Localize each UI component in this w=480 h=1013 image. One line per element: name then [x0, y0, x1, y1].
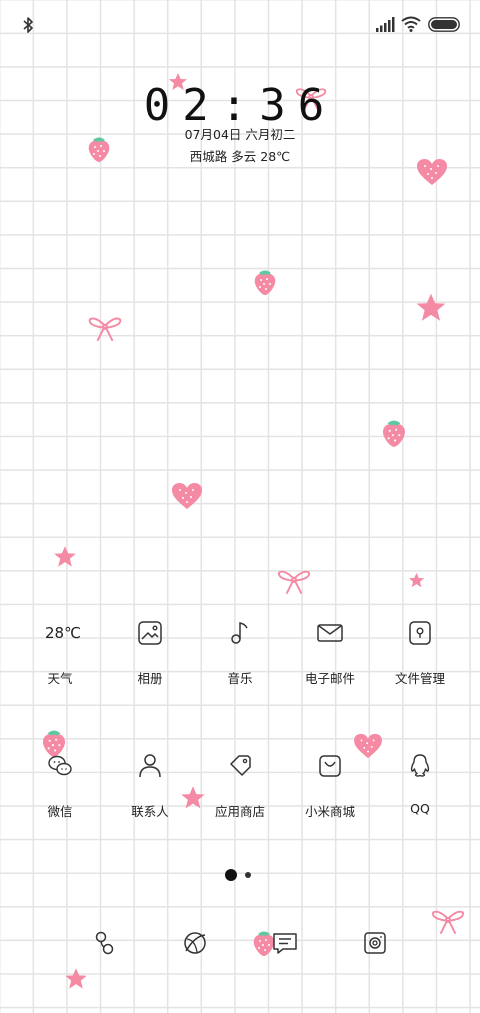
gallery-icon: [138, 621, 162, 645]
mi-store-icon: [319, 755, 341, 777]
status-bar: [0, 0, 480, 50]
wifi-icon: [401, 16, 421, 32]
app-store[interactable]: 应用商店: [195, 751, 285, 820]
star-decoration: [416, 293, 446, 321]
music-icon: [231, 622, 248, 644]
mail-icon: [317, 624, 343, 642]
messages-icon[interactable]: [270, 928, 300, 958]
weather-icon: 28℃: [45, 624, 81, 642]
clock-weather: 西城路 多云 28℃: [189, 149, 291, 164]
file-manager-icon: [409, 621, 431, 645]
signal-icon: [376, 17, 395, 32]
app-label: 相册: [137, 671, 163, 686]
bow-decoration: [278, 570, 310, 595]
page-dot-active[interactable]: [225, 869, 237, 881]
app-wechat[interactable]: 微信: [15, 751, 105, 820]
app-store-icon: [230, 755, 251, 776]
app-contacts[interactable]: 联系人: [105, 751, 195, 820]
clock-date: 07月04日 六月初二: [184, 127, 296, 142]
app-qq[interactable]: QQ: [375, 751, 465, 816]
app-file-manager[interactable]: 文件管理: [375, 618, 465, 687]
app-music[interactable]: 音乐: [195, 618, 285, 687]
heart-decoration: [172, 483, 202, 509]
bluetooth-icon: [23, 17, 33, 33]
app-email[interactable]: 电子邮件: [285, 618, 375, 687]
contacts-icon: [139, 754, 161, 778]
strawberry-decoration: [382, 420, 406, 447]
app-label: 应用商店: [214, 804, 265, 819]
app-label: 天气: [47, 671, 73, 686]
camera-icon[interactable]: [360, 928, 390, 958]
star-decoration: [54, 546, 76, 567]
star-decoration: [408, 572, 425, 588]
bow-decoration: [88, 317, 122, 342]
app-label: 小米商城: [304, 804, 355, 819]
qq-icon: [410, 754, 430, 777]
app-label: 微信: [47, 804, 73, 819]
bow-decoration: [432, 910, 464, 935]
app-label: 文件管理: [394, 671, 445, 686]
app-label: 联系人: [131, 804, 169, 819]
wechat-icon: [48, 755, 72, 776]
app-mi-store[interactable]: 小米商城: [285, 751, 375, 820]
app-label: 音乐: [227, 671, 253, 686]
app-weather[interactable]: 28℃ 天气: [15, 618, 105, 687]
app-label: QQ: [410, 801, 430, 816]
star-decoration: [65, 968, 87, 989]
browser-icon[interactable]: [180, 928, 210, 958]
strawberry-decoration: [254, 270, 276, 295]
app-gallery[interactable]: 相册: [105, 618, 195, 687]
battery-icon: [428, 17, 460, 32]
phone-icon[interactable]: [90, 928, 120, 958]
page-dot[interactable]: [245, 872, 251, 878]
app-label: 电子邮件: [304, 671, 355, 686]
page-indicator[interactable]: [0, 869, 480, 881]
